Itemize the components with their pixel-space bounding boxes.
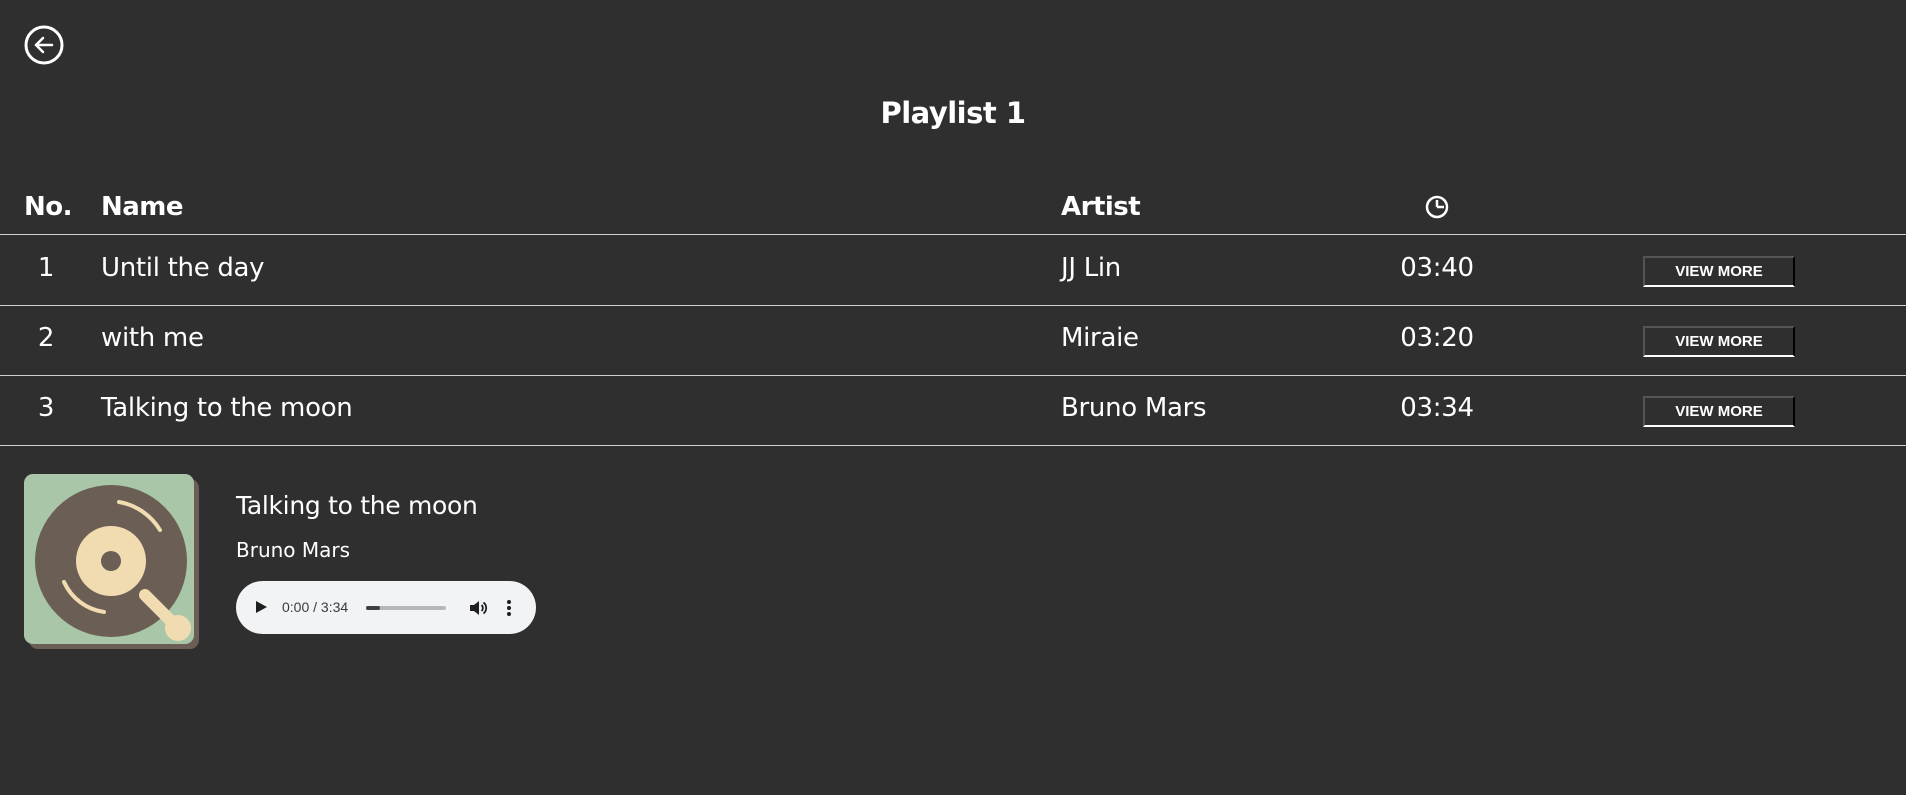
track-artist: Miraie: [1061, 323, 1139, 353]
track-name: Talking to the moon: [101, 393, 353, 423]
view-more-button[interactable]: VIEW MORE: [1643, 326, 1795, 357]
column-header-no: No.: [24, 192, 73, 222]
track-name: with me: [101, 323, 204, 353]
table-row: 2 with me Miraie 03:20 VIEW MORE: [0, 306, 1906, 376]
track-number: 1: [37, 253, 55, 283]
now-playing-panel: Talking to the moon Bruno Mars 0:00 / 3:…: [24, 474, 624, 654]
now-playing-artist: Bruno Mars: [236, 538, 351, 562]
record-player-icon: [24, 474, 199, 649]
table-row: 1 Until the day JJ Lin 03:40 VIEW MORE: [0, 236, 1906, 306]
column-header-name: Name: [101, 192, 184, 222]
view-more-button[interactable]: VIEW MORE: [1643, 396, 1795, 427]
progress-buffered: [366, 606, 381, 610]
audio-player: 0:00 / 3:34: [236, 581, 536, 634]
volume-icon[interactable]: [468, 598, 488, 618]
now-playing-title: Talking to the moon: [236, 491, 478, 520]
view-more-button[interactable]: VIEW MORE: [1643, 256, 1795, 287]
page-title: Playlist 1: [880, 96, 1026, 130]
column-header-artist: Artist: [1061, 192, 1141, 222]
arrow-left-circle-icon: [24, 25, 64, 65]
back-button[interactable]: [24, 25, 64, 65]
track-artist: Bruno Mars: [1061, 393, 1207, 423]
track-duration: 03:20: [1400, 323, 1474, 353]
track-number: 2: [37, 323, 55, 353]
track-number: 3: [37, 393, 55, 423]
track-artist: JJ Lin: [1061, 253, 1121, 283]
clock-icon: [1425, 195, 1449, 219]
playback-time: 0:00 / 3:34: [282, 599, 349, 615]
track-duration: 03:40: [1400, 253, 1474, 283]
table-row: 3 Talking to the moon Bruno Mars 03:34 V…: [0, 376, 1906, 446]
progress-bar[interactable]: [366, 606, 446, 610]
track-duration: 03:34: [1400, 393, 1474, 423]
play-icon[interactable]: [254, 600, 268, 614]
table-header: No. Name Artist: [0, 188, 1906, 235]
playlist-page: Playlist 1 No. Name Artist 1 Until the d…: [0, 0, 1906, 795]
track-name: Until the day: [101, 253, 265, 283]
more-vertical-icon[interactable]: [504, 598, 514, 618]
